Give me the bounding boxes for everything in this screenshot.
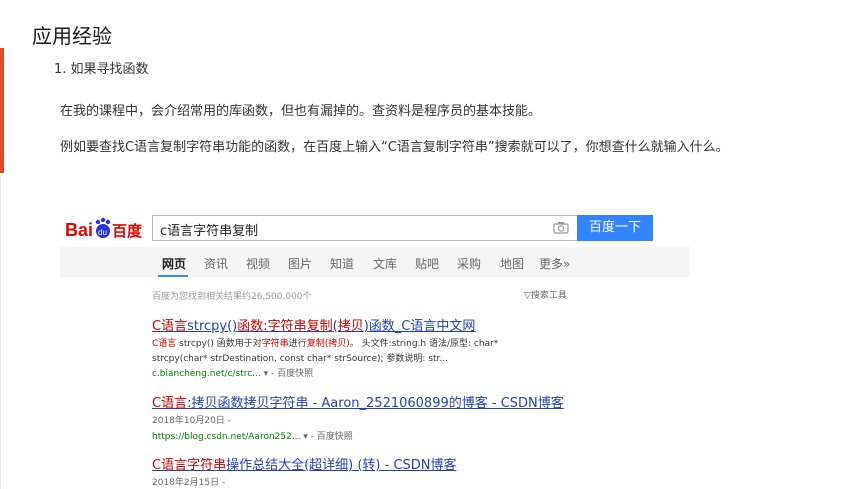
result-1-title[interactable]: C语言strcpy()函数:字符串复制(拷贝)函数_C语言中文网 (152, 315, 475, 334)
result-2-snapshot-link[interactable]: ▾ - 百度快照 (300, 432, 353, 442)
tab-more[interactable]: 更多» (539, 255, 570, 272)
left-accent-bar (0, 48, 4, 173)
tab-zhidao[interactable]: 知道 (330, 255, 354, 272)
search-query: c语言字符串复制 (160, 224, 259, 239)
result-2-date: 2018年10月20日 - (152, 416, 231, 426)
result-1-url[interactable]: c.biancheng.net/c/strc... ▾ - 百度快照 (152, 366, 313, 379)
result-2-title[interactable]: C语言:拷贝函数拷贝字符串 - Aaron_2521060899的博客 - CS… (152, 392, 564, 411)
camera-icon[interactable] (553, 221, 569, 234)
active-tab-indicator (158, 275, 188, 277)
search-tabs: 网页 资讯 视频 图片 知道 文库 贴吧 采购 地图 更多» (60, 247, 690, 277)
left-divider (0, 173, 1, 489)
tab-web[interactable]: 网页 (162, 255, 186, 272)
baidu-logo[interactable]: Bai du 百度 (65, 217, 153, 241)
result-count: 百度为您找到相关结果约26,500,000个 (152, 292, 312, 302)
result-1-abstract-line2: strcpy(char* strDestination, const char*… (152, 354, 448, 364)
result-3-title[interactable]: C语言字符串操作总结大全(超详细) (转) - CSDN博客 (152, 454, 457, 473)
section-heading: 应用经验 (32, 24, 112, 48)
baidu-screenshot: Bai du 百度 c语言字符串复制 百度一下 网页 资讯 视频 图片 知道 文… (60, 205, 690, 489)
tab-map[interactable]: 地图 (500, 255, 524, 272)
tab-wenku[interactable]: 文库 (373, 255, 397, 272)
tab-images[interactable]: 图片 (288, 255, 312, 272)
result-2-url[interactable]: https://blog.csdn.net/Aaron252... ▾ - 百度… (152, 429, 353, 442)
tab-purchase[interactable]: 采购 (457, 255, 481, 272)
search-tools-button[interactable]: ▽搜索工具 (524, 288, 567, 301)
baidu-paw-icon: du (95, 217, 111, 238)
svg-text:Bai: Bai (65, 220, 93, 240)
result-1-snapshot-link[interactable]: ▾ - 百度快照 (261, 369, 314, 379)
svg-text:du: du (98, 228, 107, 237)
tab-tieba[interactable]: 贴吧 (415, 255, 439, 272)
paragraph-intro: 在我的课程中，会介绍常用的库函数，但也有漏掉的。查资料是程序员的基本技能。 (60, 104, 542, 119)
tab-news[interactable]: 资讯 (204, 255, 228, 272)
search-input[interactable]: c语言字符串复制 (152, 215, 577, 241)
tab-video[interactable]: 视频 (246, 255, 270, 272)
result-1-abstract-line1: C语言 strcpy() 函数用于对字符串进行复制(拷贝)。 头文件:strin… (152, 339, 499, 349)
list-item-find-function: 1. 如果寻找函数 (54, 62, 149, 77)
search-button[interactable]: 百度一下 (577, 215, 653, 241)
paragraph-example: 例如要查找C语言复制字符串功能的函数，在百度上输入“C语言复制字符串”搜索就可以… (60, 140, 729, 155)
result-3-date: 2018年2月15日 - (152, 478, 226, 488)
svg-text:百度: 百度 (112, 222, 143, 240)
